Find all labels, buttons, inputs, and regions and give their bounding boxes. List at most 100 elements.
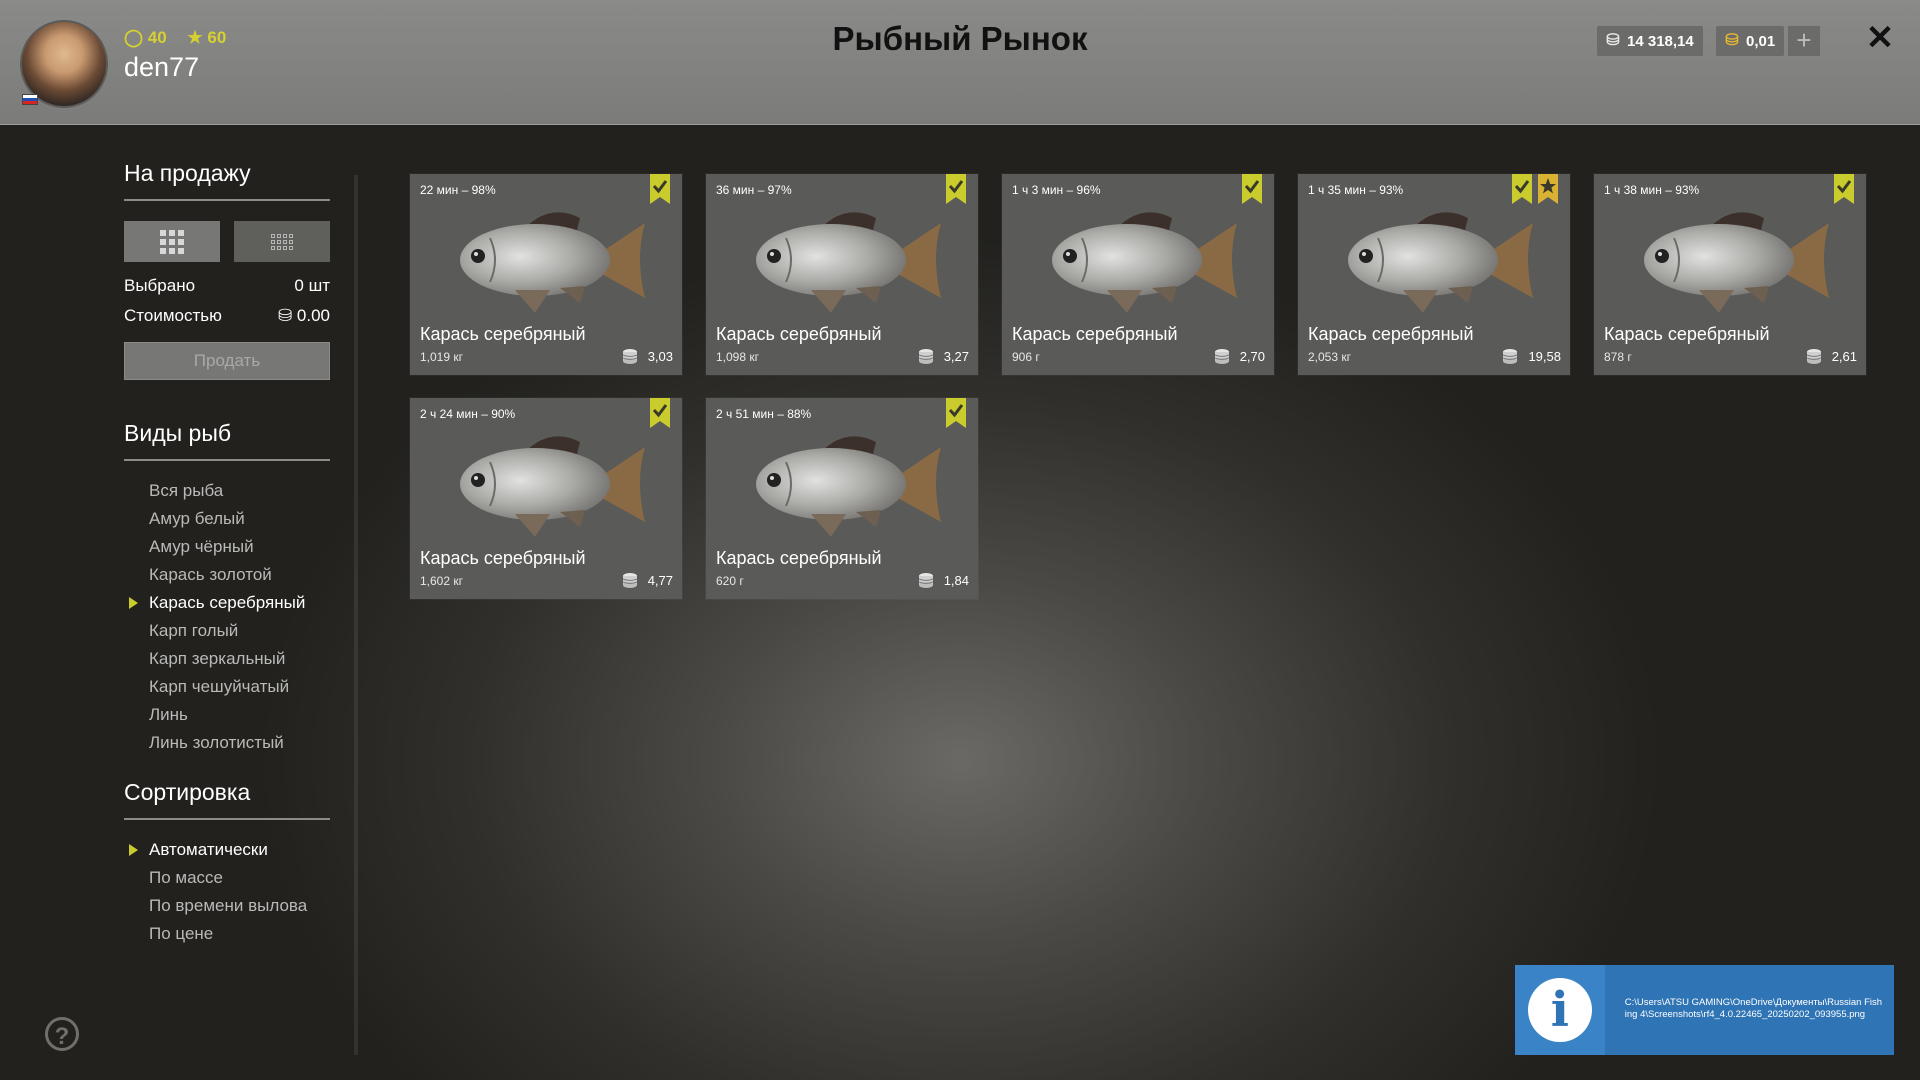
species-item[interactable]: Карась золотой [124, 561, 330, 589]
species-item[interactable]: Карп зеркальный [124, 645, 330, 673]
species-item[interactable]: Линь золотистый [124, 729, 330, 757]
selected-check-icon[interactable] [946, 398, 966, 428]
species-item[interactable]: Карась серебряный [124, 589, 330, 617]
fish-price: 4,77 [622, 572, 673, 588]
fish-weight: 878 г [1604, 350, 1632, 364]
screenshot-notification: i C:\Users\ATSU GAMING\OneDrive\Документ… [1515, 965, 1894, 1055]
fish-card[interactable]: 1 ч 3 мин – 96% Карась серебряный 906 г … [1002, 174, 1274, 375]
catch-time: 1 ч 3 мин – 96% [1012, 183, 1101, 197]
gold-coins-icon: ⛁ [1725, 32, 1739, 49]
small-grid-icon [271, 233, 293, 250]
fish-image [736, 198, 946, 318]
coins-icon [1502, 348, 1518, 364]
fish-price: 1,84 [918, 572, 969, 588]
coins-icon [918, 348, 934, 364]
fish-name: Карась серебряный [420, 548, 586, 568]
coins-icon [1806, 348, 1822, 364]
fish-price: 3,27 [918, 348, 969, 364]
silver-value: 14 318,14 [1627, 32, 1694, 50]
selected-check-icon[interactable] [946, 174, 966, 204]
fish-weight: 1,019 кг [420, 350, 463, 364]
add-currency-button[interactable]: + [1788, 26, 1820, 56]
fish-price: 19,58 [1502, 348, 1561, 364]
price-value: 1,84 [943, 572, 969, 588]
cost-row: Стоимостью ⛁ 0.00 [124, 306, 330, 326]
gold-balance: ⛁ 0,01 [1716, 26, 1785, 56]
fish-name: Карась серебряный [716, 324, 882, 344]
sidebar: На продажу Выбрано 0 шт Стоимостью ⛁ 0.0… [124, 160, 330, 948]
view-toggles [124, 221, 330, 262]
large-grid-icon [160, 229, 184, 254]
price-value: 2,70 [1239, 348, 1265, 364]
fish-name: Карась серебряный [420, 324, 586, 344]
sort-item[interactable]: Автоматически [124, 836, 330, 864]
fish-price: 2,61 [1806, 348, 1857, 364]
species-item[interactable]: Вся рыба [124, 477, 330, 505]
selected-label: Выбрано [124, 276, 196, 295]
fish-price: 2,70 [1214, 348, 1265, 364]
fish-card[interactable]: 2 ч 24 мин – 90% Карась серебряный 1,602… [410, 398, 682, 599]
fish-weight: 2,053 кг [1308, 350, 1351, 364]
help-button[interactable]: ? [45, 1017, 79, 1051]
fish-weight: 1,602 кг [420, 574, 463, 588]
large-grid-view-button[interactable] [124, 221, 220, 262]
species-item[interactable]: Амур чёрный [124, 533, 330, 561]
species-item[interactable]: Линь [124, 701, 330, 729]
fish-image [1624, 198, 1834, 318]
fish-card[interactable]: 1 ч 38 мин – 93% Карась серебряный 878 г… [1594, 174, 1866, 375]
fish-weight: 620 г [716, 574, 744, 588]
price-value: 4,77 [647, 572, 673, 588]
small-grid-view-button[interactable] [234, 221, 330, 262]
info-icon: i [1527, 978, 1592, 1042]
fish-name: Карась серебряный [1604, 324, 1770, 344]
fish-image [1032, 198, 1242, 318]
catch-time: 2 ч 51 мин – 88% [716, 407, 812, 421]
fish-name: Карась серебряный [1012, 324, 1178, 344]
selected-check-icon[interactable] [1242, 174, 1262, 204]
fish-card[interactable]: 1 ч 35 мин – 93% Карась серебряный 2,053… [1298, 174, 1570, 375]
fish-card[interactable]: 2 ч 51 мин – 88% Карась серебряный 620 г… [706, 398, 978, 599]
fish-image [440, 422, 650, 542]
fish-name: Карась серебряный [716, 548, 882, 568]
gold-value: 0,01 [1746, 32, 1776, 50]
price-value: 3,03 [647, 348, 673, 364]
coins-icon [622, 572, 638, 588]
price-value: 3,27 [943, 348, 969, 364]
top-bar: ◯ 40 ★ 60 den77 Рыбный Рынок ⛁ 14 318,14… [0, 0, 1920, 125]
selected-check-icon[interactable] [650, 174, 670, 204]
cost-label: Стоимостью [124, 306, 222, 325]
catch-time: 1 ч 38 мин – 93% [1604, 183, 1700, 197]
price-value: 2,61 [1831, 348, 1857, 364]
selected-row: Выбрано 0 шт [124, 276, 330, 296]
catch-time: 36 мин – 97% [716, 183, 792, 197]
sell-button[interactable]: Продать [124, 342, 330, 380]
russia-flag-icon [22, 94, 38, 105]
cost-value-wrap: ⛁ 0.00 [278, 306, 330, 326]
selected-check-icon[interactable] [650, 398, 670, 428]
coins-icon [622, 348, 638, 364]
species-item[interactable]: Карп голый [124, 617, 330, 645]
sort-item[interactable]: По массе [124, 864, 330, 892]
fish-card[interactable]: 22 мин – 98% Карась серебряный 1,019 кг … [410, 174, 682, 375]
fish-price: 3,03 [622, 348, 673, 364]
notification-text: C:\Users\ATSU GAMING\OneDrive\Документы\… [1624, 997, 1883, 1020]
selected-check-icon[interactable] [1834, 174, 1854, 204]
close-button[interactable]: ✕ [1862, 18, 1898, 58]
coins-icon: ⛁ [277, 306, 297, 325]
fish-card[interactable]: 36 мин – 97% Карась серебряный 1,098 кг … [706, 174, 978, 375]
species-item[interactable]: Карп чешуйчатый [124, 673, 330, 701]
catch-time: 1 ч 35 мин – 93% [1308, 183, 1404, 197]
fish-image [736, 422, 946, 542]
species-item[interactable]: Амур белый [124, 505, 330, 533]
fish-image [1328, 198, 1538, 318]
species-list: Вся рыба Амур белый Амур чёрный Карась золо… [124, 477, 330, 757]
price-value: 19,58 [1528, 348, 1561, 364]
sort-item[interactable]: По времени вылова [124, 892, 330, 920]
cost-value: 0.00 [296, 306, 330, 325]
coins-icon [1214, 348, 1230, 364]
selected-value: 0 шт [294, 276, 330, 295]
sidebar-divider [354, 175, 358, 1055]
catch-time: 2 ч 24 мин – 90% [420, 407, 516, 421]
sort-item[interactable]: По цене [124, 920, 330, 948]
coins-icon [918, 572, 934, 588]
